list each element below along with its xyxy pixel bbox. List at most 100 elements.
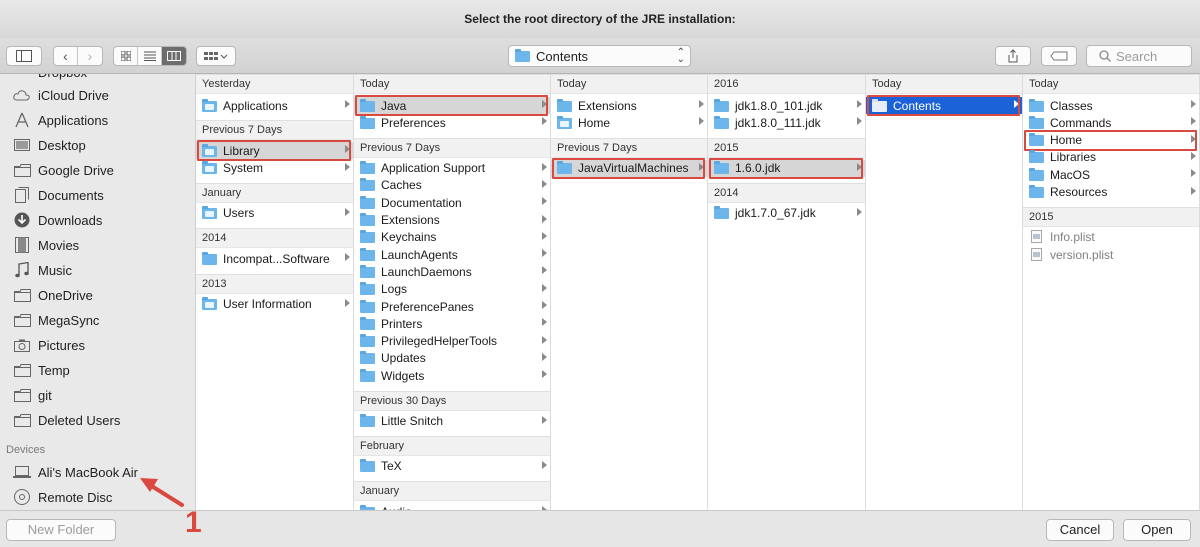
- column-group-header: Yesterday: [196, 74, 353, 94]
- open-button[interactable]: Open: [1123, 519, 1191, 541]
- folder-row[interactable]: Documentation: [354, 194, 550, 211]
- sidebar-item-label: Applications: [38, 112, 109, 128]
- folder-row[interactable]: Widgets: [354, 367, 550, 384]
- list-view-button[interactable]: [138, 47, 162, 65]
- documents-icon: [12, 187, 32, 203]
- folder-icon: [360, 247, 375, 261]
- folder-row[interactable]: Updates: [354, 350, 550, 367]
- folder-row[interactable]: Resources: [1023, 184, 1199, 201]
- forward-button[interactable]: ›: [78, 47, 102, 65]
- folder-row[interactable]: LaunchDaemons: [354, 263, 550, 280]
- folder-icon: [1029, 115, 1044, 129]
- sidebar-item-remote-disc[interactable]: Remote Disc: [12, 486, 112, 508]
- folder-row[interactable]: LaunchAgents: [354, 246, 550, 263]
- desktop-icon: [12, 137, 32, 153]
- file-row[interactable]: version.plist: [1023, 246, 1199, 263]
- plist-file-icon: [1029, 230, 1044, 244]
- column-group-header: 2015: [1023, 206, 1199, 227]
- sidebar-item-onedrive[interactable]: OneDrive: [12, 284, 93, 306]
- sidebar-item-label: Dropbox: [38, 74, 87, 80]
- movies-icon: [12, 237, 32, 253]
- folder-row[interactable]: Library: [196, 142, 353, 160]
- folder-row[interactable]: JavaVirtualMachines: [551, 159, 707, 177]
- sidebar-item-megasync[interactable]: MegaSync: [12, 309, 99, 331]
- sidebar-item-temp[interactable]: Temp: [12, 359, 70, 381]
- folder-icon: [12, 387, 32, 403]
- share-icon: [1008, 49, 1018, 63]
- folder-row[interactable]: jdk1.7.0_67.jdk: [708, 205, 865, 222]
- folder-row[interactable]: MacOS: [1023, 166, 1199, 183]
- folder-row[interactable]: Commands: [1023, 114, 1199, 131]
- users-folder-icon: [202, 206, 217, 220]
- folder-icon: [360, 334, 375, 348]
- folder-row[interactable]: Extensions: [354, 212, 550, 229]
- column-view-button[interactable]: [162, 47, 186, 65]
- sidebar-item-music[interactable]: Music: [12, 259, 72, 281]
- folder-row[interactable]: jdk1.8.0_111.jdk: [708, 114, 865, 131]
- row-label: MacOS: [1050, 167, 1091, 182]
- column-group-header: January: [196, 182, 353, 203]
- folder-row[interactable]: PreferencePanes: [354, 298, 550, 315]
- column-group-header: January: [354, 481, 550, 502]
- folder-row[interactable]: System: [196, 160, 353, 177]
- folder-icon: [360, 98, 375, 112]
- folder-row[interactable]: Extensions: [551, 97, 707, 114]
- sidebar-item-movies[interactable]: Movies: [12, 234, 79, 256]
- sidebar-item-ali-s-macbook-air[interactable]: Ali's MacBook Air: [12, 461, 138, 483]
- row-label: Incompat...Software: [223, 251, 330, 266]
- folder-row[interactable]: PrivilegedHelperTools: [354, 333, 550, 350]
- folder-row[interactable]: Application Support: [354, 160, 550, 177]
- sidebar-toggle-button[interactable]: [6, 46, 42, 66]
- disclosure-arrow-icon: [542, 249, 547, 258]
- folder-row[interactable]: Preferences: [354, 114, 550, 131]
- folder-row[interactable]: Printers: [354, 315, 550, 332]
- folder-row[interactable]: Home: [551, 114, 707, 131]
- path-popup-button[interactable]: Contents ⌃ ⌄: [508, 45, 691, 67]
- sidebar-item-documents[interactable]: Documents: [12, 184, 104, 206]
- folder-row[interactable]: Libraries: [1023, 149, 1199, 166]
- folder-icon: [1029, 98, 1044, 112]
- folder-row[interactable]: Classes: [1023, 97, 1199, 114]
- folder-row[interactable]: Applications: [196, 97, 353, 114]
- row-label: Documentation: [381, 195, 462, 210]
- folder-row[interactable]: Contents: [866, 97, 1022, 114]
- icon-view-button[interactable]: [114, 47, 138, 65]
- back-button[interactable]: ‹: [54, 47, 78, 65]
- cancel-button[interactable]: Cancel: [1046, 519, 1114, 541]
- disclosure-arrow-icon: [542, 266, 547, 275]
- folder-row[interactable]: Audio: [354, 503, 550, 510]
- sidebar-item-google-drive[interactable]: Google Drive: [12, 159, 114, 181]
- folder-row[interactable]: 1.6.0.jdk: [708, 159, 865, 177]
- sidebar-item-applications[interactable]: Applications: [12, 109, 108, 131]
- sidebar-item-downloads[interactable]: Downloads: [12, 209, 102, 231]
- disclosure-arrow-icon: [345, 100, 350, 108]
- column-group-header: February: [354, 435, 550, 456]
- tags-button[interactable]: [1041, 46, 1077, 66]
- sidebar-item-deleted-users[interactable]: Deleted Users: [12, 409, 120, 431]
- folder-row[interactable]: Home: [1023, 132, 1199, 149]
- folder-row[interactable]: Keychains: [354, 229, 550, 246]
- folder-row[interactable]: Logs: [354, 281, 550, 298]
- column-group-header: 2015: [708, 137, 865, 158]
- row-label: Preferences: [381, 115, 446, 130]
- folder-row[interactable]: Users: [196, 205, 353, 222]
- folder-row[interactable]: Little Snitch: [354, 413, 550, 430]
- sidebar-item-icloud-drive[interactable]: iCloud Drive: [12, 84, 109, 106]
- file-row[interactable]: Info.plist: [1023, 229, 1199, 246]
- share-button[interactable]: [995, 46, 1031, 66]
- finder-column: Today Extensions Home Previous 7 Days JavaVi…: [551, 74, 708, 510]
- sidebar-item-git[interactable]: git: [12, 384, 52, 406]
- arrange-button[interactable]: [196, 46, 236, 66]
- folder-row[interactable]: Incompat...Software: [196, 250, 353, 267]
- folder-row[interactable]: jdk1.8.0_101.jdk: [708, 97, 865, 114]
- sidebar-item-pictures[interactable]: Pictures: [12, 334, 85, 356]
- folder-row[interactable]: User Information: [196, 296, 353, 313]
- folder-row[interactable]: Java: [354, 97, 550, 114]
- sidebar-item-dropbox[interactable]: Dropbox: [12, 74, 87, 83]
- folder-row[interactable]: TeX: [354, 458, 550, 475]
- new-folder-button[interactable]: New Folder: [6, 519, 116, 541]
- folder-row[interactable]: Caches: [354, 177, 550, 194]
- search-input[interactable]: Search: [1086, 45, 1192, 67]
- annotation-label: 1: [185, 506, 202, 539]
- sidebar-item-desktop[interactable]: Desktop: [12, 134, 86, 156]
